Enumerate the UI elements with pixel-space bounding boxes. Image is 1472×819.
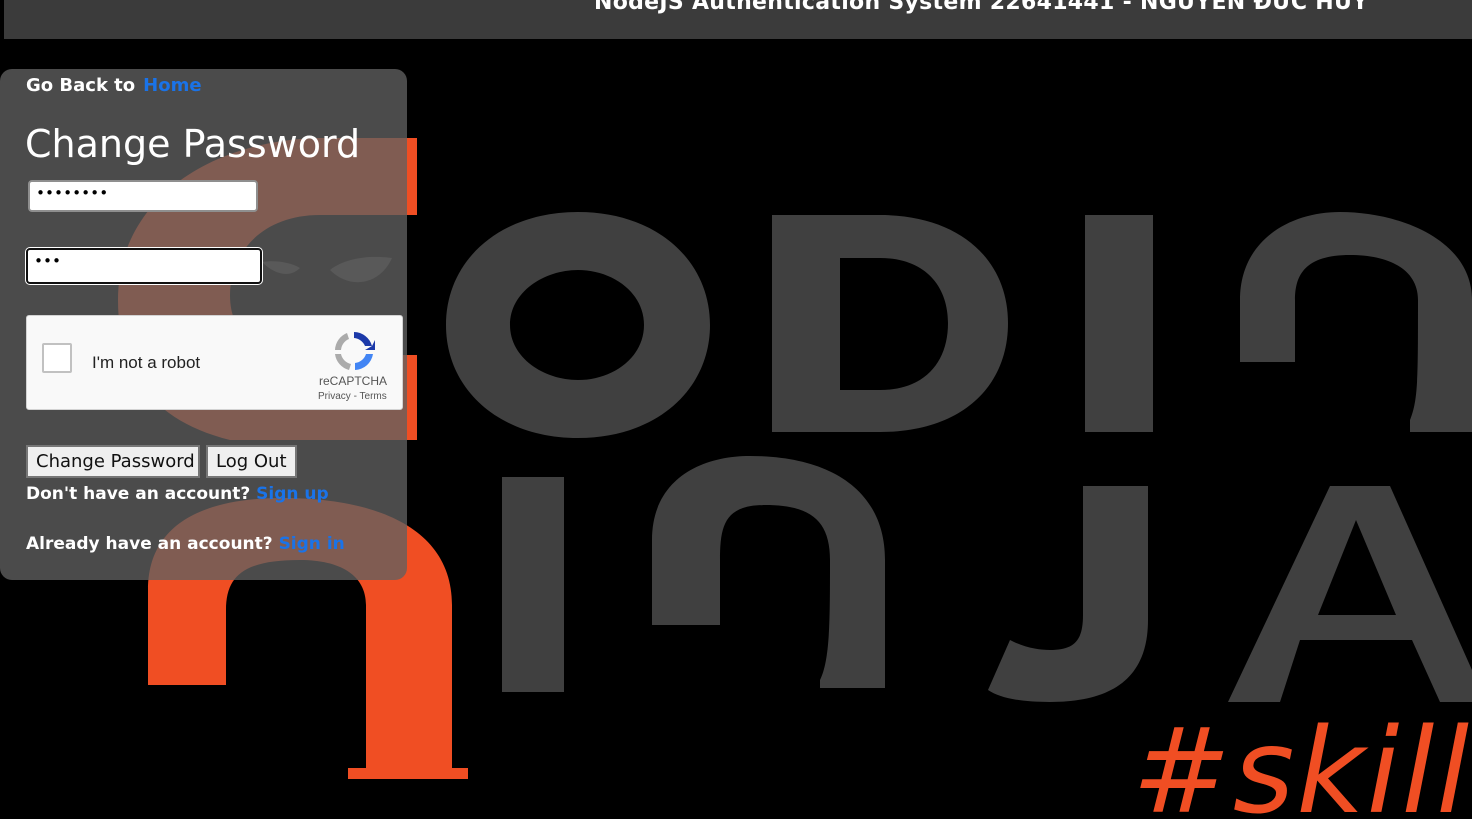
page-title: Change Password [25,122,361,166]
change-password-button[interactable]: Change Password [26,445,200,478]
recaptcha-widget: I'm not a robot reCAPTCHA Privacy - Term… [26,315,403,410]
signup-link[interactable]: Sign up [256,484,329,504]
logo-gray-i [1085,215,1153,432]
logo-gray-i2 [502,477,564,692]
page: #skillf NodeJS Authentication System 226… [0,0,1472,819]
recaptcha-terms-link[interactable]: Terms [360,391,387,402]
signup-line: Don't have an account? Sign up [26,484,329,504]
header-bar: NodeJS Authentication System 22641441 - … [4,0,1472,39]
recaptcha-brand: reCAPTCHA [319,374,388,388]
logo-gray-j [988,486,1148,702]
header-title: NodeJS Authentication System 22641441 - … [594,0,1369,15]
logo-gray-n [652,456,885,688]
logo-gray-o [446,212,710,438]
signin-line: Already have an account? Sign in [26,534,345,554]
background-tagline: #skillf [1132,702,1472,819]
old-password-input[interactable]: •••••••• [28,180,258,212]
recaptcha-icon [335,332,375,370]
go-back-label: Go Back to [26,75,136,96]
logo-gray-a [1228,486,1472,702]
recaptcha-link-separator: - [350,391,360,402]
go-back-line: Go Back to Home [26,75,202,96]
recaptcha-privacy-link[interactable]: Privacy [318,391,351,402]
signin-prompt: Already have an account? [26,534,273,554]
home-link[interactable]: Home [143,75,201,96]
logo-gray-arch [1240,212,1472,432]
new-password-input[interactable]: ••• [26,248,262,284]
logo-gray-d [772,215,1008,432]
signin-link[interactable]: Sign in [279,534,345,554]
recaptcha-checkbox[interactable] [42,343,72,373]
signup-prompt: Don't have an account? [26,484,251,504]
recaptcha-label: I'm not a robot [92,353,201,372]
log-out-button[interactable]: Log Out [206,445,297,478]
recaptcha-links: Privacy - Terms [318,391,387,402]
